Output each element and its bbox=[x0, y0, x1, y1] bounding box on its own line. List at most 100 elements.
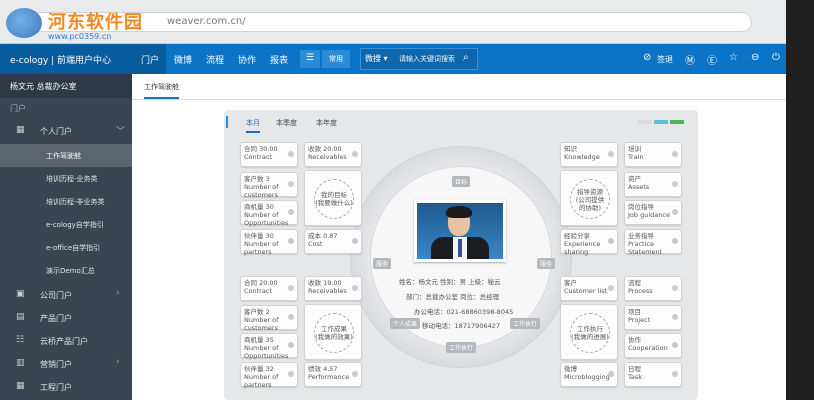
card-knowledge[interactable]: 知识 Knowledge bbox=[560, 142, 618, 167]
card-indicator-icon bbox=[288, 209, 294, 215]
check-circle-icon[interactable]: ⊘ bbox=[643, 52, 651, 63]
table-icon: ▦ bbox=[16, 381, 25, 391]
nav-collaboration[interactable]: 协作 bbox=[238, 44, 256, 74]
chevron-down-icon: ﹀ bbox=[116, 127, 126, 137]
card-experience[interactable]: 经验分享 Experience sharing bbox=[560, 229, 618, 256]
card-indicator-icon bbox=[672, 209, 678, 215]
swatch-blue[interactable] bbox=[654, 120, 668, 124]
card-partners[interactable]: 伙伴量 30 Number of partners bbox=[240, 229, 298, 256]
swatch-green[interactable] bbox=[670, 120, 684, 124]
ring-label-personal-result: 个人成果 bbox=[390, 318, 421, 329]
swatch-gray[interactable] bbox=[638, 120, 652, 124]
sidebar-item-marketing-portal[interactable]: ▥ 营销门户 › bbox=[0, 352, 132, 375]
tab-this-month[interactable]: 本月 bbox=[246, 118, 260, 133]
card-work-execution[interactable]: 工作执行 (我做的进展) bbox=[560, 304, 618, 360]
card-indicator-icon bbox=[288, 285, 294, 291]
card-cost[interactable]: 成本 0.87 Cost bbox=[304, 229, 362, 254]
sidebar-subitem-cockpit[interactable]: 工作驾驶舱 bbox=[0, 144, 132, 167]
watermark-logo-icon bbox=[6, 8, 42, 38]
product-icon: ▤ bbox=[16, 312, 25, 322]
ring-label-work-exec: 工作执行 bbox=[510, 318, 541, 329]
card-guide-resources[interactable]: 指导资源 (公司提供 的协助) bbox=[560, 170, 618, 226]
card-indicator-icon bbox=[608, 371, 614, 377]
watermark-title: 河东软件园 bbox=[48, 12, 143, 33]
ring-label-right: 服务 bbox=[537, 258, 556, 269]
card-opportunities[interactable]: 商机量 30 Number of Opportunities bbox=[240, 200, 298, 227]
minus-circle-icon[interactable]: ⊖ bbox=[751, 52, 759, 63]
card-indicator-icon bbox=[672, 181, 678, 187]
card-cooperation[interactable]: 协作 Cooperation bbox=[624, 333, 682, 358]
card-performance[interactable]: 绩效 4.57 Performance bbox=[304, 362, 362, 387]
sidebar-subitem-demo[interactable]: 演示Demo汇总 bbox=[0, 259, 132, 282]
chevron-right-icon: › bbox=[116, 288, 120, 298]
card-process[interactable]: 流程 Process bbox=[624, 276, 682, 301]
card-indicator-icon bbox=[288, 151, 294, 157]
sidebar-item-company-portal[interactable]: ▣ 公司门户 › bbox=[0, 283, 132, 306]
card-contract-2[interactable]: 合同 20.00 Contract bbox=[240, 276, 298, 301]
nav-reports[interactable]: 报表 bbox=[270, 44, 288, 74]
card-customers[interactable]: 客户数 3 Number of customers bbox=[240, 172, 298, 199]
card-receivables[interactable]: 收款 20.00 Receivables bbox=[304, 142, 362, 167]
search-type-select[interactable]: 微搜 ▾ bbox=[365, 53, 388, 64]
card-job-guidance[interactable]: 岗位指导 Job guidance bbox=[624, 200, 682, 225]
search-icon[interactable]: ⌕ bbox=[463, 52, 469, 63]
sign-out-label[interactable]: 签退 bbox=[657, 54, 673, 65]
tab-this-quarter[interactable]: 本季度 bbox=[276, 118, 297, 128]
sidebar-item-personal-portal[interactable]: ▦ 个人门户 ﹀ bbox=[0, 119, 132, 142]
card-indicator-icon bbox=[672, 342, 678, 348]
m-icon[interactable]: Ⓜ bbox=[685, 52, 695, 67]
nav-workflow[interactable]: 流程 bbox=[206, 44, 224, 74]
ring-label-goal: 目标 bbox=[452, 176, 471, 187]
card-indicator-icon bbox=[352, 371, 358, 377]
card-project[interactable]: 项目 Project bbox=[624, 305, 682, 330]
sidebar-item-engineering-portal[interactable]: ▦ 工程门户 bbox=[0, 375, 132, 398]
card-train[interactable]: 培训 Train bbox=[624, 142, 682, 167]
card-indicator-icon bbox=[352, 151, 358, 157]
card-assets[interactable]: 资产 Assets bbox=[624, 172, 682, 197]
card-work-result[interactable]: 工作成果 (我做的效果) bbox=[304, 304, 362, 360]
profile-line-4: 移动电话：18717906427 bbox=[422, 322, 500, 330]
profile-line-3: 办公电话：021-68860398-8045 bbox=[414, 308, 514, 316]
browser-toolbar: weaver.com.cn/ 河东软件园 www.pc0359.cn bbox=[0, 0, 814, 44]
card-contract[interactable]: 合同 30.00 Contract bbox=[240, 142, 298, 167]
often-used-button[interactable]: 常用 bbox=[322, 50, 350, 68]
card-my-goal[interactable]: 我的目标 (我要做什么) bbox=[304, 170, 362, 226]
card-receivables-2[interactable]: 收款 19.00 Receivables bbox=[304, 276, 362, 301]
card-customers-2[interactable]: 客户数 2 Number of customers bbox=[240, 305, 298, 332]
sidebar-item-product-portal[interactable]: ▤ 产品门户 bbox=[0, 306, 132, 329]
panel-accent bbox=[226, 116, 228, 128]
grid-icon: ▦ bbox=[16, 125, 25, 135]
nav-portal[interactable]: 门户 bbox=[132, 44, 166, 74]
top-nav: e-cology | 前端用户中心 门户 微博 流程 协作 报表 ☰ 常用 微搜… bbox=[0, 44, 786, 74]
sidebar: 门户 ▦ 个人门户 ﹀ 工作驾驶舱 培训历程-业务类 培训历程-非业务类 e-c… bbox=[0, 98, 132, 400]
card-indicator-icon bbox=[672, 285, 678, 291]
sidebar-subitem-eoffice-guide[interactable]: e-office自学指引 bbox=[0, 236, 132, 259]
chevron-right-icon: › bbox=[116, 357, 120, 367]
star-icon[interactable]: ☆ bbox=[729, 52, 738, 63]
card-practice[interactable]: 业务指导 Practice Statement bbox=[624, 229, 682, 256]
sidebar-header: 门户 bbox=[10, 104, 26, 113]
card-indicator-icon bbox=[608, 285, 614, 291]
tab-this-year[interactable]: 本年度 bbox=[316, 118, 337, 128]
card-microblogging[interactable]: 微博 Microblogging bbox=[560, 362, 618, 387]
sidebar-subitem-ecology-guide[interactable]: e-cology自学指引 bbox=[0, 213, 132, 236]
card-task[interactable]: 日程 Task bbox=[624, 362, 682, 387]
tab-cockpit[interactable]: 工作驾驶舱 bbox=[144, 82, 179, 99]
cloud-icon: ☷ bbox=[16, 335, 25, 345]
list-menu-button[interactable]: ☰ bbox=[300, 50, 320, 68]
card-partners-2[interactable]: 伙伴量 32 Number of partners bbox=[240, 362, 298, 389]
card-indicator-icon bbox=[288, 342, 294, 348]
search-input[interactable]: 请输入关键词搜索 bbox=[399, 54, 455, 64]
nav-weibo[interactable]: 微博 bbox=[174, 44, 192, 74]
cockpit-panel: 本月 本季度 本年度 目标 服务 服务 个人成果 工作执行 工作执行 姓名：杨文… bbox=[224, 110, 698, 400]
search-box[interactable]: 微搜 ▾ 请输入关键词搜索 ⌕ bbox=[360, 48, 478, 70]
card-opportunities-2[interactable]: 商机量 35 Number of Opportunities bbox=[240, 333, 298, 360]
profile-line-2: 部门：总裁办公室 岗位：总经理 bbox=[406, 293, 500, 301]
sidebar-subitem-training-business[interactable]: 培训历程-业务类 bbox=[0, 167, 132, 190]
sidebar-item-cloud-portal[interactable]: ☷ 云桥产品门户 bbox=[0, 329, 132, 352]
card-customer-list[interactable]: 客户 Customer list bbox=[560, 276, 618, 301]
power-icon[interactable]: ⏻ bbox=[772, 52, 780, 63]
card-indicator-icon bbox=[672, 238, 678, 244]
sidebar-subitem-training-nonbusiness[interactable]: 培训历程-非业务类 bbox=[0, 190, 132, 213]
yen-icon[interactable]: Ⓔ bbox=[707, 52, 717, 67]
